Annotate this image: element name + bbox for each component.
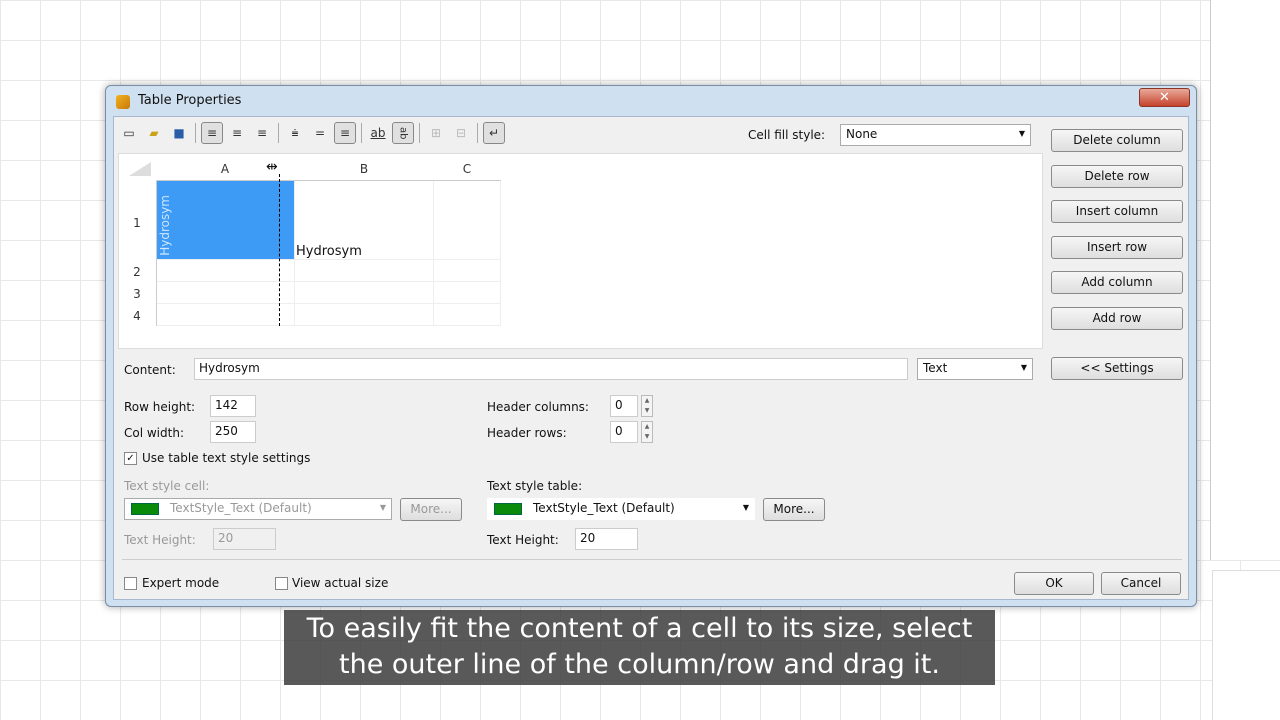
row-header-3[interactable]: 3: [127, 287, 147, 301]
app-icon: [116, 95, 130, 109]
cell-a1-text: Hydrosym: [158, 195, 172, 256]
text-style-cell-label: Text style cell:: [124, 479, 210, 493]
align-center-icon[interactable]: ≡: [226, 122, 248, 144]
header-rows-spinner[interactable]: ▲ ▼: [641, 421, 653, 443]
subtitle-line-2: the outer line of the column/row and dra…: [339, 649, 940, 680]
wrap-text-icon[interactable]: ↵: [483, 122, 505, 144]
content-label: Content:: [124, 363, 176, 377]
close-button[interactable]: ✕: [1139, 88, 1190, 107]
settings-toggle-button[interactable]: << Settings: [1051, 357, 1183, 380]
divider: [122, 559, 1182, 560]
column-header-c[interactable]: C: [434, 162, 500, 176]
content-type-dropdown[interactable]: Text: [917, 358, 1033, 380]
header-columns-spinner[interactable]: ▲ ▼: [641, 395, 653, 417]
more-table-button[interactable]: More...: [763, 498, 825, 521]
delete-row-button[interactable]: Delete row: [1051, 165, 1183, 188]
more-cell-button[interactable]: More...: [400, 498, 462, 521]
row-height-label: Row height:: [124, 400, 196, 414]
text-style-table-dropdown[interactable]: TextStyle_Text (Default): [487, 498, 755, 520]
background-window: [1212, 570, 1280, 720]
add-column-button[interactable]: Add column: [1051, 271, 1183, 294]
row-height-input[interactable]: 142: [210, 395, 256, 417]
dialog-body: ▭ ▰ ■ ≡ ≡ ≡ ⩧ = ≡ ab ab ⊞ ⊟ ↵ Cell fill …: [113, 116, 1189, 600]
table-properties-dialog: Table Properties ✕ ▭ ▰ ■ ≡ ≡ ≡ ⩧ = ≡ ab …: [105, 85, 1197, 607]
header-rows-label: Header rows:: [487, 426, 567, 440]
row-header-2[interactable]: 2: [127, 265, 147, 279]
col-width-label: Col width:: [124, 426, 184, 440]
cell-a1[interactable]: Hydrosym: [156, 181, 294, 259]
toolbar: ▭ ▰ ■ ≡ ≡ ≡ ⩧ = ≡ ab ab ⊞ ⊟ ↵: [118, 121, 518, 145]
cancel-button[interactable]: Cancel: [1101, 572, 1181, 595]
valign-middle-icon[interactable]: =: [309, 122, 331, 144]
split-cells-icon[interactable]: ⊟: [450, 122, 472, 144]
text-vertical-icon[interactable]: ab: [392, 122, 414, 144]
delete-column-button[interactable]: Delete column: [1051, 129, 1183, 152]
header-rows-input[interactable]: 0: [610, 421, 638, 443]
col-width-input[interactable]: 250: [210, 421, 256, 443]
column-drag-guide: [279, 174, 280, 326]
add-row-button[interactable]: Add row: [1051, 307, 1183, 330]
color-swatch: [131, 503, 159, 515]
save-icon[interactable]: ■: [168, 122, 190, 144]
text-height-cell-input[interactable]: 20: [213, 528, 276, 550]
view-actual-size-checkbox[interactable]: [275, 577, 288, 590]
ok-button[interactable]: OK: [1014, 572, 1094, 595]
subtitle-line-1: To easily fit the content of a cell to i…: [306, 613, 973, 644]
row-header-1[interactable]: 1: [127, 216, 147, 230]
cell-fill-label: Cell fill style:: [748, 128, 826, 142]
valign-bottom-icon[interactable]: ≡: [334, 122, 356, 144]
expert-mode-label: Expert mode: [142, 576, 220, 590]
expert-mode-checkbox[interactable]: [124, 577, 137, 590]
open-icon[interactable]: ▰: [143, 122, 165, 144]
color-swatch: [494, 503, 522, 515]
use-table-style-label: Use table text style settings: [142, 451, 311, 465]
align-left-icon[interactable]: ≡: [201, 122, 223, 144]
column-resize-cursor-icon[interactable]: ⇹: [266, 159, 278, 175]
cell-fill-dropdown[interactable]: None: [840, 124, 1031, 146]
content-input[interactable]: Hydrosym: [194, 358, 908, 380]
select-all-corner[interactable]: [129, 162, 151, 176]
header-columns-input[interactable]: 0: [610, 395, 638, 417]
insert-row-button[interactable]: Insert row: [1051, 236, 1183, 259]
valign-top-icon[interactable]: ⩧: [284, 122, 306, 144]
text-height-table-label: Text Height:: [487, 533, 559, 547]
text-style-table-label: Text style table:: [487, 479, 583, 493]
header-columns-label: Header columns:: [487, 400, 589, 414]
new-icon[interactable]: ▭: [118, 122, 140, 144]
background-window: [1210, 0, 1280, 560]
window-title: Table Properties: [138, 93, 242, 108]
use-table-style-checkbox[interactable]: ✓: [124, 452, 137, 465]
text-horizontal-icon[interactable]: ab: [367, 122, 389, 144]
text-height-table-input[interactable]: 20: [575, 528, 638, 550]
column-header-b[interactable]: B: [295, 162, 433, 176]
align-right-icon[interactable]: ≡: [251, 122, 273, 144]
subtitle-caption: To easily fit the content of a cell to i…: [284, 610, 995, 685]
row-header-4[interactable]: 4: [127, 309, 147, 323]
text-height-cell-label: Text Height:: [124, 533, 196, 547]
insert-column-button[interactable]: Insert column: [1051, 200, 1183, 223]
merge-cells-icon[interactable]: ⊞: [425, 122, 447, 144]
cell-b1-text[interactable]: Hydrosym: [296, 244, 362, 259]
view-actual-size-label: View actual size: [292, 576, 389, 590]
text-style-cell-dropdown[interactable]: TextStyle_Text (Default): [124, 498, 392, 520]
table-grid: A B C ⇹ 1 2 3 4 Hydrosym Hydrosym: [118, 153, 1043, 349]
